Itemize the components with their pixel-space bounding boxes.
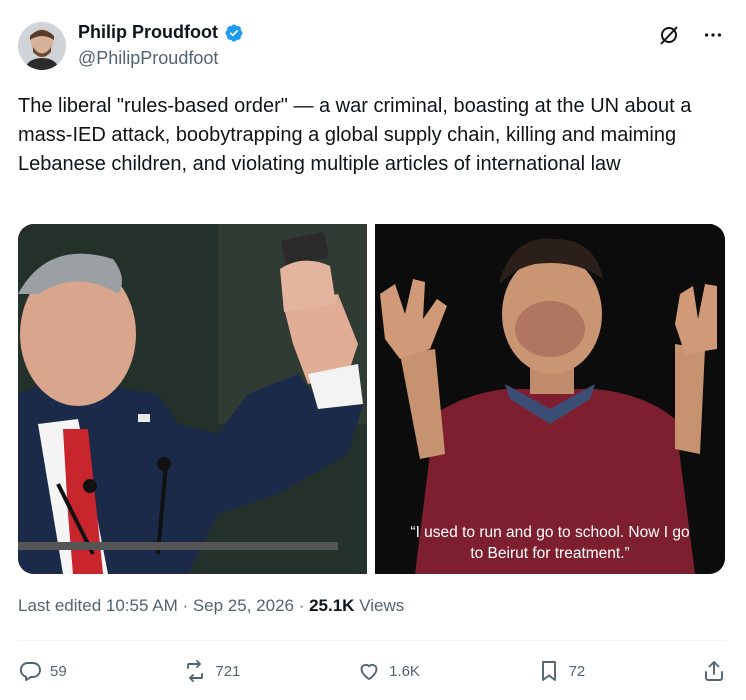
tweet-media[interactable]: “I used to run and go to school. Now I g… — [18, 224, 725, 574]
media-photo-injured-child[interactable]: “I used to run and go to school. Now I g… — [375, 224, 725, 574]
more-icon[interactable] — [700, 22, 726, 48]
like-icon — [360, 663, 378, 680]
like-button[interactable]: 1.6K — [357, 659, 420, 683]
author-handle[interactable]: @PhilipProudfoot — [78, 48, 218, 69]
bookmark-count: 72 — [568, 662, 586, 680]
media-caption: “I used to run and go to school. Now I g… — [375, 522, 725, 564]
views-count: 25.1K — [309, 596, 355, 615]
grok-icon[interactable] — [656, 22, 682, 48]
repost-count: 721 — [215, 662, 241, 680]
bookmark-button[interactable]: 72 — [537, 659, 586, 683]
views-label: Views — [359, 596, 405, 615]
repost-icon — [187, 660, 204, 682]
reply-icon — [19, 662, 41, 681]
edited-timestamp[interactable]: Last edited 10:55 AM · Sep 25, 2026 · — [18, 596, 309, 615]
bookmark-icon — [541, 661, 556, 681]
tweet: Philip Proudfoot @PhilipProudfoot The li… — [0, 0, 746, 700]
author-name-row: Philip Proudfoot — [78, 22, 244, 43]
tweet-meta: Last edited 10:55 AM · Sep 25, 2026 · 25… — [18, 596, 404, 616]
share-icon — [705, 661, 723, 681]
media-caption-line2: to Beirut for treatment.” — [470, 545, 630, 562]
media-photo-un-speech[interactable] — [18, 224, 367, 574]
un-speech-image — [18, 224, 367, 574]
reply-button[interactable]: 59 — [18, 659, 67, 683]
tweet-text: The liberal "rules-based order" — a war … — [18, 95, 692, 175]
avatar-image — [18, 22, 66, 70]
avatar[interactable] — [18, 22, 66, 70]
like-count: 1.6K — [389, 662, 420, 680]
tweet-actions: 59 721 1.6K 72 — [18, 655, 726, 687]
author-name[interactable]: Philip Proudfoot — [78, 22, 218, 43]
reply-count: 59 — [50, 662, 67, 680]
repost-button[interactable]: 721 — [183, 659, 240, 683]
tweet-top-actions — [656, 22, 726, 48]
share-button[interactable] — [702, 659, 726, 683]
media-caption-line1: “I used to run and go to school. Now I g… — [410, 524, 690, 541]
verified-badge-icon[interactable] — [224, 23, 244, 43]
divider — [18, 640, 726, 641]
